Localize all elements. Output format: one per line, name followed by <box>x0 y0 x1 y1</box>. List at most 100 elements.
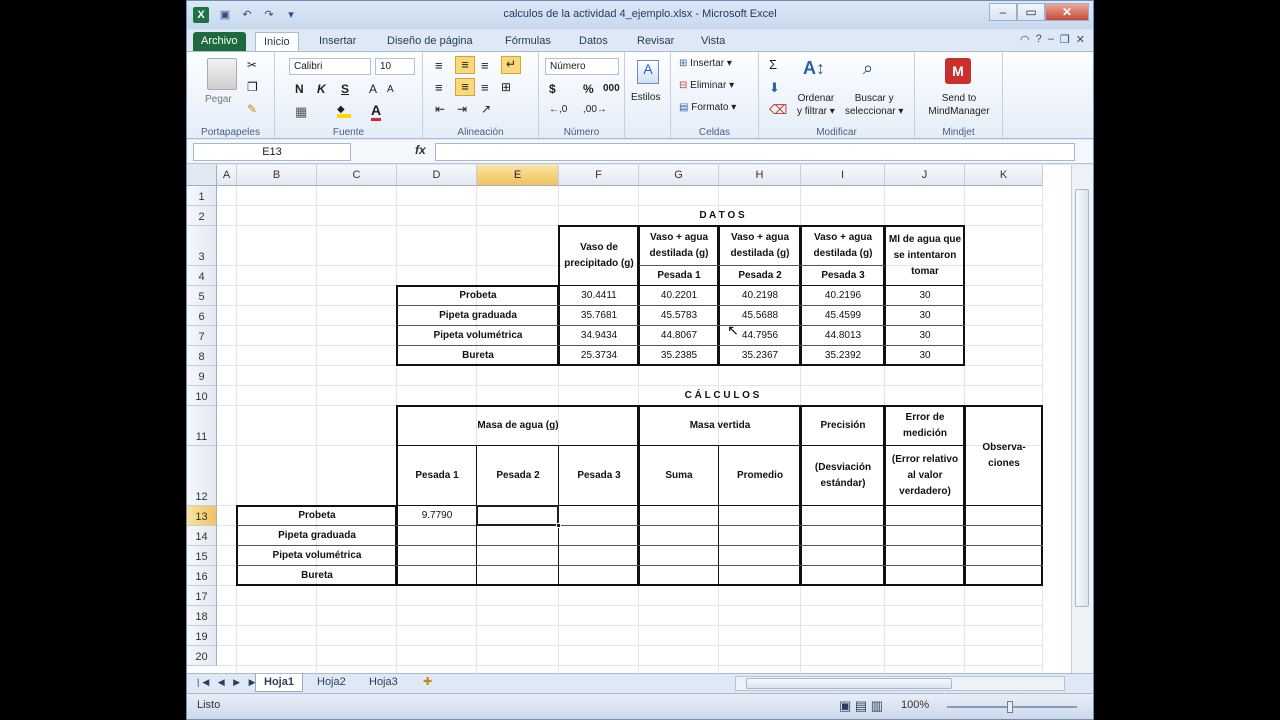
selected-cell-e13[interactable] <box>476 505 559 526</box>
styles-icon[interactable]: A <box>637 60 659 84</box>
find-select-icon[interactable]: ⌕ <box>863 58 873 79</box>
column-header-c[interactable]: C <box>317 165 397 186</box>
row-header-10[interactable]: 10 <box>187 386 217 406</box>
zoom-slider[interactable] <box>947 701 1077 713</box>
row-header-16[interactable]: 16 <box>187 566 217 586</box>
delete-cells-button[interactable]: ⊟ Eliminar ▾ <box>679 80 734 91</box>
align-top-icon[interactable]: ≡ <box>435 58 443 73</box>
paste-button[interactable]: Pegar <box>205 94 232 105</box>
align-right-icon[interactable]: ≡ <box>481 80 489 95</box>
sheet-nav-arrows[interactable]: |◀ ◀ ▶ ▶| <box>197 677 264 688</box>
worksheet-grid[interactable]: A B C D E F G H I J K 1 2 3 4 5 6 7 8 9 10 11 12 13 14 15 16 17 18 19… <box>187 165 1071 673</box>
row-header-19[interactable]: 19 <box>187 626 217 646</box>
column-header-d[interactable]: D <box>397 165 477 186</box>
tab-revisar[interactable]: Revisar <box>629 32 682 51</box>
column-header-i[interactable]: I <box>801 165 885 186</box>
row-header-11[interactable]: 11 <box>187 406 217 446</box>
row-header-2[interactable]: 2 <box>187 206 217 226</box>
insert-sheet-icon[interactable]: ✚ <box>415 674 440 692</box>
column-header-g[interactable]: G <box>639 165 719 186</box>
number-format-select[interactable]: Número <box>545 58 619 75</box>
vertical-scroll-thumb[interactable] <box>1075 189 1089 607</box>
row-header-17[interactable]: 17 <box>187 586 217 606</box>
format-cells-button[interactable]: ▤ Formato ▾ <box>679 102 736 113</box>
underline-button[interactable]: S <box>341 82 349 96</box>
mindmanager-icon[interactable]: M <box>945 58 971 84</box>
help-icon[interactable]: ? <box>1036 33 1042 46</box>
view-buttons[interactable]: ▣ ▤ ▥ <box>839 698 883 714</box>
sheet-tab-hoja3[interactable]: Hoja3 <box>361 674 406 692</box>
wrap-text-icon[interactable]: ↵ <box>501 56 521 74</box>
decrease-indent-icon[interactable]: ⇤ <box>435 102 445 116</box>
row-header-3[interactable]: 3 <box>187 226 217 266</box>
insert-function-icon[interactable]: fx <box>415 143 426 157</box>
increase-indent-icon[interactable]: ⇥ <box>457 102 467 116</box>
tab-diseno-pagina[interactable]: Diseño de página <box>379 32 481 51</box>
sheet-tab-hoja2[interactable]: Hoja2 <box>309 674 354 692</box>
align-left-icon[interactable]: ≡ <box>435 80 443 95</box>
row-header-15[interactable]: 15 <box>187 546 217 566</box>
clear-icon[interactable]: ⌫ <box>769 102 787 118</box>
percent-button[interactable]: % <box>583 82 594 96</box>
insert-cells-button[interactable]: ⊞ Insertar ▾ <box>679 58 732 69</box>
align-bottom-icon[interactable]: ≡ <box>481 58 489 73</box>
column-header-a[interactable]: A <box>217 165 237 186</box>
italic-button[interactable]: K <box>317 82 326 96</box>
tab-datos[interactable]: Datos <box>571 32 616 51</box>
cut-icon[interactable]: ✂ <box>247 58 257 72</box>
maximize-button[interactable]: ▭ <box>1017 3 1045 21</box>
row-header-6[interactable]: 6 <box>187 306 217 326</box>
row-header-9[interactable]: 9 <box>187 366 217 386</box>
tab-archivo[interactable]: Archivo <box>193 32 246 51</box>
copy-icon[interactable]: ❐ <box>247 80 258 94</box>
autosum-icon[interactable]: Σ <box>769 57 777 72</box>
thousands-button[interactable]: 000 <box>603 83 620 94</box>
font-name-select[interactable]: Calibri <box>289 58 371 75</box>
minimize-button[interactable]: – <box>989 3 1017 21</box>
close-button[interactable]: ✕ <box>1045 3 1089 21</box>
row-header-18[interactable]: 18 <box>187 606 217 626</box>
borders-icon[interactable]: ▦ <box>295 104 307 120</box>
align-middle-icon[interactable]: ≡ <box>455 56 475 74</box>
font-size-select[interactable]: 10 <box>375 58 415 75</box>
row-header-13[interactable]: 13 <box>187 506 217 526</box>
format-painter-icon[interactable]: ✎ <box>247 102 257 116</box>
tab-inicio[interactable]: Inicio <box>255 32 299 51</box>
restore-doc-icon[interactable]: ❐ <box>1060 33 1070 46</box>
column-header-e[interactable]: E <box>477 165 559 186</box>
row-header-4[interactable]: 4 <box>187 266 217 286</box>
fill-icon[interactable]: ⬇ <box>769 80 780 96</box>
tab-vista[interactable]: Vista <box>693 32 733 51</box>
zoom-level[interactable]: 100% <box>901 699 929 711</box>
select-all-corner[interactable] <box>187 165 217 186</box>
merge-center-icon[interactable]: ⊞ <box>501 80 511 94</box>
column-header-k[interactable]: K <box>965 165 1043 186</box>
row-header-7[interactable]: 7 <box>187 326 217 346</box>
vertical-scrollbar[interactable] <box>1071 165 1093 673</box>
row-header-20[interactable]: 20 <box>187 646 217 666</box>
increase-decimal-icon[interactable]: ←,0 <box>549 104 567 115</box>
formula-input[interactable] <box>435 143 1075 161</box>
row-header-14[interactable]: 14 <box>187 526 217 546</box>
close-doc-icon[interactable]: ✕ <box>1076 33 1085 46</box>
zoom-slider-thumb[interactable] <box>1007 701 1013 713</box>
name-box[interactable]: E13 <box>193 143 351 161</box>
currency-button[interactable]: $ <box>549 82 556 96</box>
horizontal-scroll-thumb[interactable] <box>746 678 952 689</box>
bold-button[interactable]: N <box>295 82 304 96</box>
send-to-mindmanager-button[interactable]: Send to MindManager <box>921 92 997 118</box>
styles-button[interactable]: Estilos <box>631 92 660 103</box>
align-center-icon[interactable]: ≡ <box>455 78 475 96</box>
grow-font-icon[interactable]: A <box>369 82 377 96</box>
row-header-1[interactable]: 1 <box>187 186 217 206</box>
column-header-j[interactable]: J <box>885 165 965 186</box>
tab-formulas[interactable]: Fórmulas <box>497 32 559 51</box>
fill-color-icon[interactable]: ◆ <box>337 104 351 118</box>
fill-handle[interactable] <box>556 523 561 528</box>
row-header-12[interactable]: 12 <box>187 446 217 506</box>
paste-icon[interactable] <box>207 58 237 90</box>
tab-insertar[interactable]: Insertar <box>311 32 364 51</box>
row-header-5[interactable]: 5 <box>187 286 217 306</box>
sort-filter-button[interactable]: Ordenar y filtrar ▾ <box>797 92 835 118</box>
horizontal-scrollbar[interactable] <box>735 676 1065 691</box>
